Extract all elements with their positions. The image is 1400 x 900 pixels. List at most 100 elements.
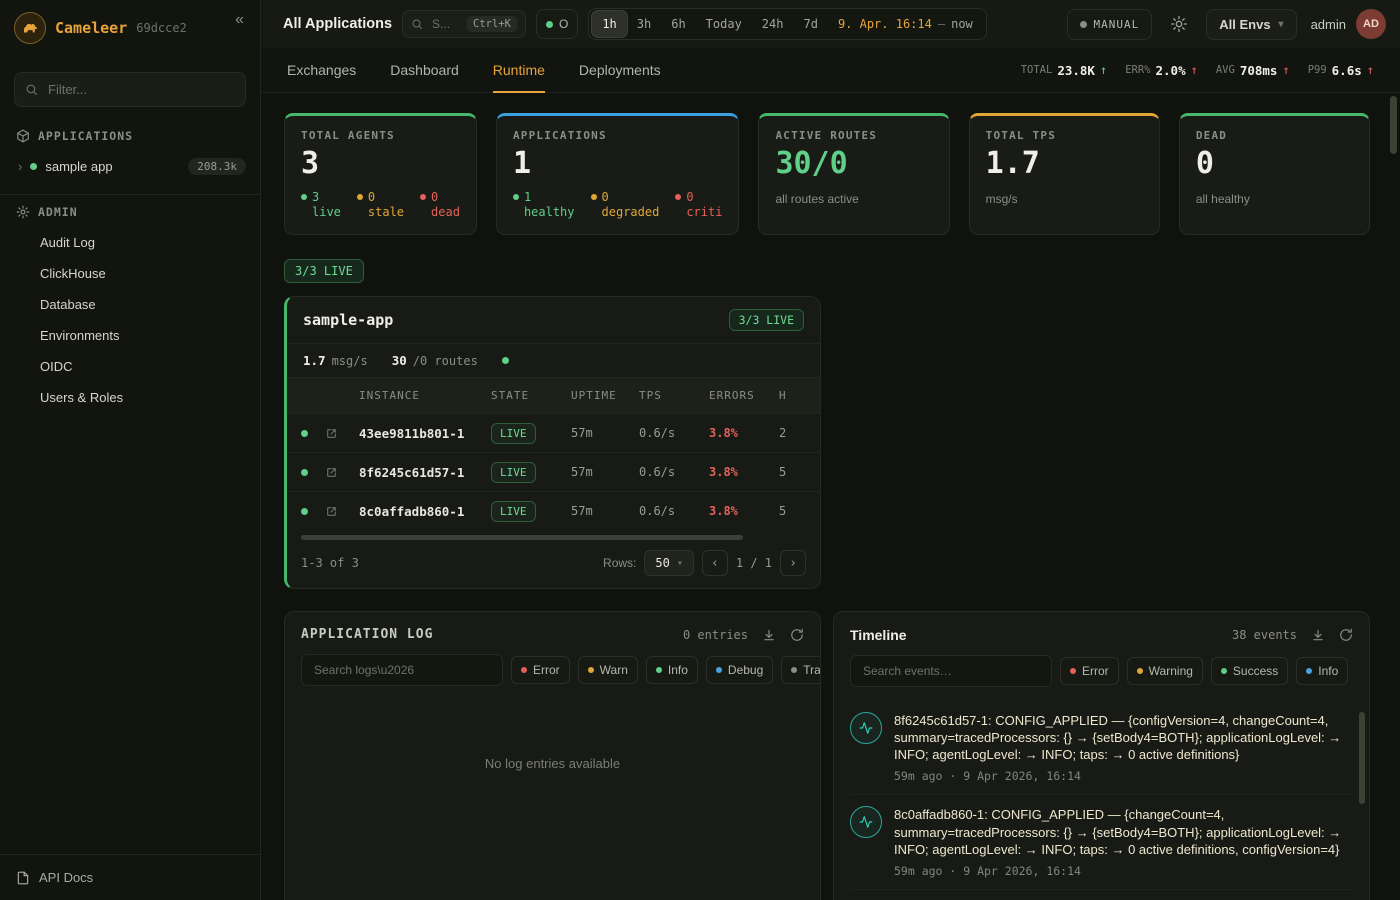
search-icon (411, 18, 423, 30)
sidebar-item-api-docs[interactable]: API Docs (0, 854, 260, 900)
sidebar-item-database[interactable]: Database (0, 289, 260, 320)
api-docs-label: API Docs (39, 870, 93, 885)
gear-icon (16, 205, 30, 219)
timestamp-now-label[interactable]: now (945, 17, 983, 31)
current-timestamp: 9. Apr. 16:14 (828, 17, 938, 31)
instance-row[interactable]: 8c0affadb860-1 LIVE 57m 0.6/s 3.8% 5 (287, 491, 820, 530)
header-metrics: TOTAL23.8K↑ ERR%2.0%↑ AVG708ms↑ P996.6s↑ (1021, 48, 1374, 92)
tab-exchanges[interactable]: Exchanges (287, 48, 356, 92)
time-range-7d[interactable]: 7d (793, 11, 827, 37)
log-filter-warn[interactable]: Warn (578, 656, 638, 684)
log-search-input[interactable] (312, 662, 492, 678)
instance-row[interactable]: 8f6245c61d57-1 LIVE 57m 0.6/s 3.8% 5 (287, 452, 820, 491)
tab-deployments[interactable]: Deployments (579, 48, 661, 92)
timeline-filter-error[interactable]: Error (1060, 657, 1119, 685)
timeline-scrollbar[interactable] (1359, 712, 1365, 804)
trend-up-icon: ↑ (1282, 63, 1289, 77)
stat-card-active-routes: ACTIVE ROUTES 30/0 all routes active (758, 113, 949, 235)
prev-page-button[interactable]: ‹ (702, 550, 728, 576)
activity-icon (850, 806, 882, 838)
sidebar-item-oidc[interactable]: OIDC (0, 351, 260, 382)
log-filter-trace[interactable]: Trace (781, 656, 821, 684)
timeline-event[interactable]: 8f6245c61d57-1: CONFIG_APPLIED — {config… (850, 701, 1351, 794)
tab-dashboard[interactable]: Dashboard (390, 48, 459, 92)
sidebar-item-clickhouse[interactable]: ClickHouse (0, 258, 260, 289)
log-filter-error[interactable]: Error (511, 656, 570, 684)
rows-per-page-label: Rows: (603, 556, 636, 570)
external-link-icon[interactable] (325, 505, 359, 518)
trend-up-icon: ↑ (1100, 63, 1107, 77)
timeline-event[interactable]: 8c0affadb860-1: CONFIG_APPLIED — {change… (850, 794, 1351, 888)
app-routes-suffix: /0 routes (413, 354, 478, 368)
sidebar-item-environments[interactable]: Environments (0, 320, 260, 351)
time-range-24h[interactable]: 24h (752, 11, 794, 37)
event-timestamp: 59m ago · 9 Apr 2026, 16:14 (894, 864, 1351, 878)
stat-card-total-agents: TOTAL AGENTS 3 3live 0stale 0dead (284, 113, 477, 235)
breakdown-degraded: 0degraded (591, 190, 660, 219)
timestamp-separator: — (938, 17, 945, 31)
refresh-icon[interactable] (1339, 628, 1353, 642)
sidebar-filter-input[interactable] (46, 81, 235, 98)
live-toggle[interactable]: O (536, 9, 578, 39)
download-icon[interactable] (762, 628, 776, 642)
log-filter-info[interactable]: Info (646, 656, 698, 684)
tab-bar: Exchanges Dashboard Runtime Deployments … (261, 48, 1400, 93)
online-status-dot (546, 21, 553, 28)
instance-status-dot (301, 430, 308, 437)
refresh-icon[interactable] (790, 628, 804, 642)
time-range-3h[interactable]: 3h (627, 11, 661, 37)
chevron-down-icon: ▾ (677, 558, 683, 569)
state-badge: LIVE (491, 501, 536, 522)
sidebar: Cameleer 69dcce2 « APPLICATIONS › sample… (0, 0, 261, 900)
application-log-panel: APPLICATION LOG 0 entries Error Warn (284, 611, 821, 900)
application-card-title[interactable]: sample-app (303, 311, 393, 329)
download-icon[interactable] (1311, 628, 1325, 642)
page-title: All Applications (283, 16, 392, 32)
environment-select[interactable]: All Envs ▾ (1206, 9, 1296, 40)
page-scrollbar[interactable] (1390, 96, 1397, 154)
log-filter-debug[interactable]: Debug (706, 656, 773, 684)
time-range-1h[interactable]: 1h (592, 11, 626, 37)
time-range-today[interactable]: Today (696, 11, 752, 37)
instance-status-dot (301, 508, 308, 515)
main-area: All Applications Ctrl+K O 1h 3h 6h Today… (261, 0, 1400, 900)
sidebar-collapse-button[interactable]: « (229, 10, 250, 30)
sidebar-header: Cameleer 69dcce2 « (0, 0, 260, 56)
timeline-filter-info[interactable]: Info (1296, 657, 1348, 685)
timeline-filter-warning[interactable]: Warning (1127, 657, 1203, 685)
chevron-right-icon[interactable]: › (18, 159, 22, 174)
next-page-button[interactable]: › (780, 550, 806, 576)
timeline-panel: Timeline 38 events Error Warning (833, 611, 1370, 900)
timeline-controls: Error Warning Success Info (834, 655, 1369, 699)
col-uptime: UPTIME (571, 389, 639, 402)
app-routes-value: 30 (392, 353, 407, 368)
application-live-badge: 3/3 LIVE (729, 309, 804, 331)
live-toggle-label: O (559, 17, 568, 31)
sidebar-item-sample-app[interactable]: › sample app 208.3k (0, 151, 260, 182)
admin-section-header: ADMIN (0, 195, 260, 227)
external-link-icon[interactable] (325, 427, 359, 440)
state-badge: LIVE (491, 423, 536, 444)
document-icon (16, 871, 30, 885)
timeline-events-list: 8f6245c61d57-1: CONFIG_APPLIED — {config… (834, 699, 1369, 900)
sidebar-item-users-roles[interactable]: Users & Roles (0, 382, 260, 413)
timeline-filter-success[interactable]: Success (1211, 657, 1288, 685)
user-avatar[interactable]: AD (1356, 9, 1386, 39)
instance-row[interactable]: 43ee9811b801-1 LIVE 57m 0.6/s 3.8% 2 (287, 413, 820, 452)
timeline-search-input[interactable] (861, 663, 1041, 679)
rows-per-page-select[interactable]: 50 ▾ (644, 550, 693, 576)
col-state: STATE (491, 389, 571, 402)
log-empty-state: No log entries available (285, 698, 820, 771)
tab-runtime[interactable]: Runtime (493, 48, 545, 92)
username-label: admin (1311, 17, 1346, 32)
external-link-icon[interactable] (325, 466, 359, 479)
global-search-input[interactable] (430, 16, 460, 32)
theme-toggle-button[interactable] (1162, 9, 1196, 39)
app-health-dot (502, 357, 509, 364)
timeline-event[interactable]: 43ee9811b801-1: CONFIG_APPLIED — {change… (850, 889, 1351, 900)
time-range-6h[interactable]: 6h (661, 11, 695, 37)
sample-app-label: sample app (45, 159, 112, 174)
manual-refresh-button[interactable]: MANUAL (1067, 9, 1153, 40)
app-window: Cameleer 69dcce2 « APPLICATIONS › sample… (0, 0, 1400, 900)
sidebar-item-audit-log[interactable]: Audit Log (0, 227, 260, 258)
